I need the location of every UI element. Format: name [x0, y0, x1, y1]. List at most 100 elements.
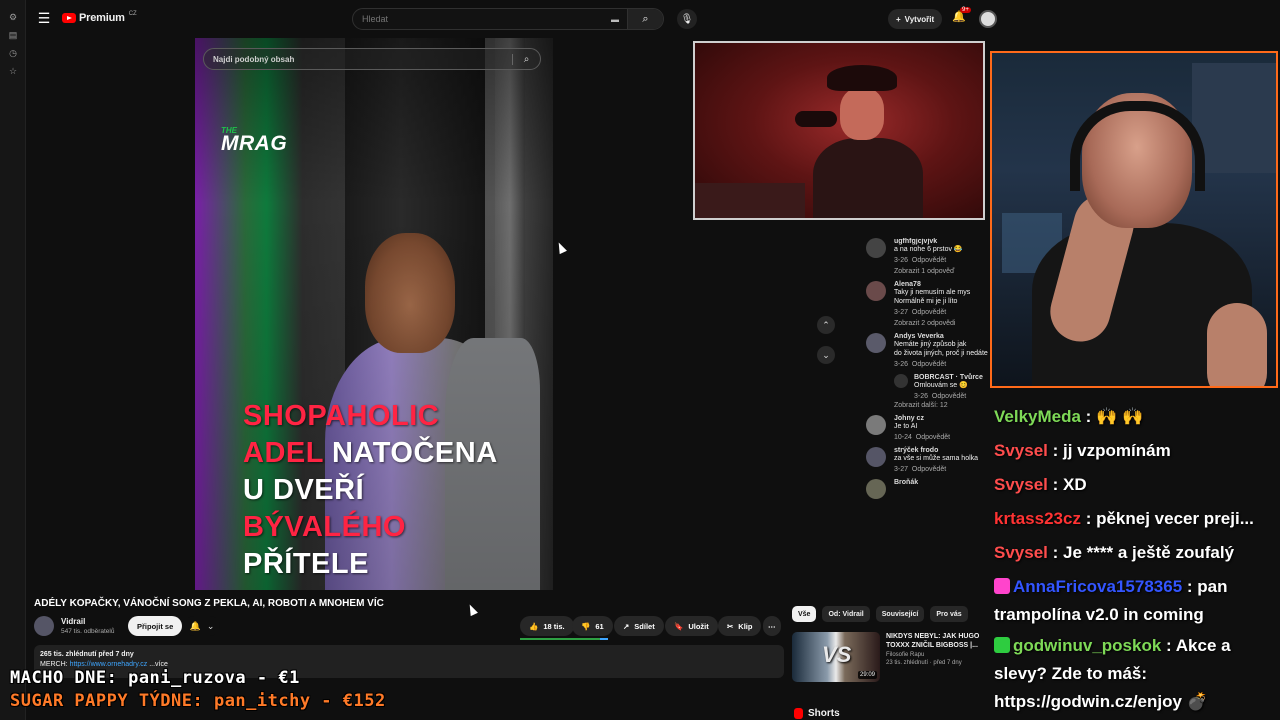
search-button[interactable]: ⌕ [627, 9, 663, 29]
top-bar: ☰ Premium CZ ▬ ⌕ 🎙 + Vytvořit 🔔 9+ [26, 0, 1012, 36]
comment-avatar[interactable] [866, 281, 886, 301]
chevron-down-icon: ⌄ [206, 620, 215, 631]
comment-reply-item: BOBRCAST · Tvůrce Omlouvám se 😊 3-26 Odp… [862, 374, 992, 400]
more-actions-button[interactable]: ⋯ [763, 616, 781, 636]
show-replies[interactable]: Zobrazit 2 odpovědi [894, 320, 992, 327]
comment-author[interactable]: Broňák [894, 479, 992, 486]
reply-button[interactable]: Odpovědět [912, 309, 946, 316]
like-button[interactable]: 👍 18 tis. [520, 616, 574, 636]
recommended-video[interactable]: VS 29:09 NIKDYS NEBYL: JAK HUGO TOXXX ZN… [792, 632, 984, 682]
share-button[interactable]: ↗ Sdílet [614, 616, 664, 636]
comment-text: a na nohe 6 prstov 😂 [894, 246, 963, 253]
dislike-button[interactable]: 👎 61 [572, 616, 613, 636]
cam-person-hat [827, 65, 897, 91]
mic-button[interactable]: 🎙 [677, 9, 697, 29]
chat-message: Svysel : Je **** a ještě zoufalý [994, 536, 1280, 570]
chat-text: : Je **** a ještě zoufalý [1047, 543, 1235, 562]
chat-user: AnnaFricova1578365 [1013, 577, 1183, 596]
related-filter-chips: Vše Od: Vidrail Související Pro vás [792, 606, 968, 622]
headline-word: PŘÍTELE [243, 548, 369, 580]
reply-button[interactable]: Odpovědět [912, 361, 946, 368]
comment-item: Broňák [862, 479, 992, 499]
shorts-section-header: Shorts [794, 708, 840, 719]
notifications-button[interactable]: 🔔 9+ [952, 7, 971, 26]
comment-text: Normálně mi je ji líto [894, 298, 958, 305]
history-icon[interactable]: ◷ [0, 44, 26, 62]
arrow-up-button[interactable]: ⌃ [817, 316, 835, 334]
recommended-thumbnail[interactable]: VS 29:09 [792, 632, 880, 682]
show-more-replies[interactable]: Zobrazit další: 12 [894, 402, 992, 409]
chip-all[interactable]: Vše [792, 606, 817, 622]
comment-avatar[interactable] [866, 238, 886, 258]
channel-name[interactable]: Vidrail [61, 617, 85, 626]
cam-arm [1207, 303, 1267, 386]
video-player[interactable]: Najdi podobný obsah ⌕ THE MRAG SHOPAHOLI… [195, 38, 553, 590]
comment-date: 3-27 [894, 309, 909, 316]
comment-date: 3-26 [914, 393, 929, 400]
comment-avatar[interactable] [866, 415, 886, 435]
search-icon[interactable]: ⌕ [512, 53, 540, 65]
arrow-down-button[interactable]: ⌄ [817, 346, 835, 364]
the-mrag-logo: THE MRAG [221, 126, 287, 154]
join-button[interactable]: Připojit se [128, 616, 183, 636]
folder-icon[interactable]: ▤ [0, 26, 26, 44]
youtube-play-icon [62, 13, 76, 23]
search-input[interactable] [353, 14, 611, 24]
chat-user: Svysel [994, 543, 1048, 562]
comment-avatar[interactable] [894, 374, 908, 388]
comment-author[interactable]: Andys Veverka [894, 333, 992, 340]
comment-avatar[interactable] [866, 333, 886, 353]
account-avatar[interactable] [979, 10, 997, 28]
keyboard-icon[interactable]: ▬ [611, 15, 619, 24]
comment-author[interactable]: strýček frodo [894, 447, 992, 454]
similar-content-search[interactable]: Najdi podobný obsah ⌕ [203, 48, 541, 70]
subscriber-count: 547 tis. odběratelů [61, 628, 115, 635]
recommended-title[interactable]: NIKDYS NEBYL: JAK HUGO TOXXX ZNIČIL BIGB… [886, 632, 984, 650]
clip-button[interactable]: ✂ Klip [718, 616, 762, 636]
save-button[interactable]: 🔖 Uložit [665, 616, 718, 636]
recommended-channel[interactable]: Filosofie Rapu [886, 652, 984, 658]
chip-from-channel[interactable]: Od: Vidrail [822, 606, 870, 622]
reply-button[interactable]: Odpovědět [916, 434, 950, 441]
thumbnail-vs-text: VS [822, 642, 852, 667]
comment-text: Omlouvám se 😊 [914, 382, 968, 389]
comment-avatar[interactable] [866, 479, 886, 499]
overlay-macho-dne: MACHO DNE: pani_ruzova - €1 [10, 668, 300, 688]
comment-date: 10-24 [894, 434, 912, 441]
search-icon: ⌕ [642, 12, 649, 25]
reply-button[interactable]: Odpovědět [932, 393, 966, 400]
channel-avatar[interactable] [34, 616, 54, 636]
youtube-premium-logo[interactable]: Premium CZ [62, 11, 137, 24]
subscription-bell-button[interactable]: 🔔 ⌄ [184, 616, 220, 636]
comment-text: za vše si může sama holka [894, 455, 979, 462]
chat-user: VelkyMeda [994, 407, 1081, 426]
reply-button[interactable]: Odpovědět [912, 466, 946, 473]
view-count-date: 265 tis. zhlédnutí před 7 dny [40, 651, 134, 658]
comment-author[interactable]: Johny cz [894, 415, 992, 422]
video-title: ADÉLY KOPAČKY, VÁNOČNÍ SONG Z PEKLA, AI,… [34, 598, 384, 609]
comment-item: ugfhfgjcjvjvk a na nohe 6 prstov 😂 3-26 … [862, 238, 992, 275]
star-icon[interactable]: ☆ [0, 62, 26, 80]
comment-author[interactable]: BOBRCAST · Tvůrce [914, 374, 992, 381]
webcam-streamer [990, 51, 1278, 388]
comment-author[interactable]: Alena78 [894, 281, 992, 288]
comment-avatar[interactable] [866, 447, 886, 467]
chip-for-you[interactable]: Pro vás [930, 606, 968, 622]
merch-link[interactable]: https://www.ornehadry.cz [70, 661, 148, 668]
dislike-count: 61 [595, 621, 604, 631]
headline-word: BÝVALÉHO [243, 511, 406, 543]
chip-related[interactable]: Související [875, 606, 925, 622]
cam-person-body [813, 138, 923, 218]
comment-text: Nemáte jiný způsob jak [894, 341, 967, 348]
create-button[interactable]: + Vytvořit [888, 9, 943, 29]
settings-icon[interactable]: ⚙ [0, 8, 26, 26]
overlay-sugar-pappy: SUGAR PAPPY TÝDNE: pan_itchy - €152 [10, 691, 386, 711]
reply-button[interactable]: Odpovědět [912, 257, 946, 264]
menu-icon[interactable]: ☰ [26, 0, 62, 36]
comment-author[interactable]: ugfhfgjcjvjvk [894, 238, 992, 245]
chat-user: krtass23cz [994, 509, 1081, 528]
scissors-icon: ✂ [727, 621, 734, 631]
desc-prefix: MERCH: [40, 661, 70, 668]
show-more-link[interactable]: ...více [149, 661, 168, 668]
show-replies[interactable]: Zobrazit 1 odpověď [894, 268, 992, 275]
